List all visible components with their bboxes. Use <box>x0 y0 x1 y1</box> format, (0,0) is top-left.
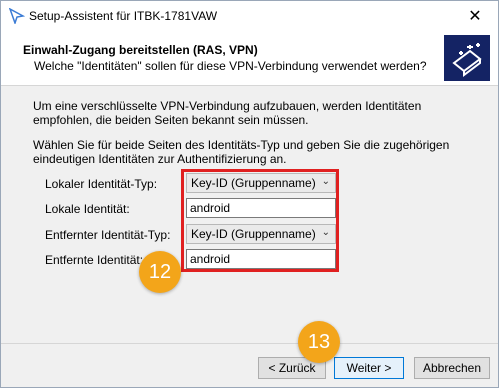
page-subtitle: Welche "Identitäten" sollen für diese VP… <box>34 59 427 73</box>
next-button[interactable]: Weiter > <box>334 357 404 379</box>
local-type-select[interactable]: Key-ID (Gruppenname) ⌄ <box>186 173 336 193</box>
network-device-icon <box>444 35 490 81</box>
chevron-down-icon: ⌄ <box>321 227 330 238</box>
remote-id-value: android <box>190 252 231 266</box>
window-title: Setup-Assistent für ITBK-1781VAW <box>29 9 218 23</box>
chevron-down-icon: ⌄ <box>321 176 330 187</box>
local-id-label: Lokale Identität: <box>45 202 130 216</box>
remote-type-value: Key-ID (Gruppenname) <box>191 227 316 241</box>
close-button[interactable]: ✕ <box>452 1 498 31</box>
local-id-input[interactable]: android <box>186 198 336 218</box>
local-type-label: Lokaler Identität-Typ: <box>45 177 158 191</box>
wizard-footer: < Zurück Weiter > Abbrechen <box>1 343 498 387</box>
title-bar: Setup-Assistent für ITBK-1781VAW ✕ <box>1 1 498 31</box>
intro-text: Um eine verschlüsselte VPN-Verbindung au… <box>33 99 473 177</box>
remote-type-label: Entfernter Identität-Typ: <box>45 228 171 242</box>
page-title: Einwahl-Zugang bereitstellen (RAS, VPN) <box>23 43 258 57</box>
close-icon: ✕ <box>468 8 482 25</box>
intro-paragraph: Wählen Sie für beide Seiten des Identitä… <box>33 138 450 166</box>
local-type-value: Key-ID (Gruppenname) <box>191 176 316 190</box>
local-id-value: android <box>190 201 231 215</box>
wizard-header: Einwahl-Zugang bereitstellen (RAS, VPN) … <box>1 31 498 86</box>
step-badge: 13 <box>298 321 340 363</box>
step-badge: 12 <box>139 251 181 293</box>
intro-paragraph: Um eine verschlüsselte VPN-Verbindung au… <box>33 99 422 127</box>
remote-id-input[interactable]: android <box>186 249 336 269</box>
remote-id-label: Entfernte Identität: <box>45 253 144 267</box>
arrow-icon <box>8 7 26 26</box>
setup-wizard-window: Setup-Assistent für ITBK-1781VAW ✕ Einwa… <box>0 0 499 388</box>
remote-type-select[interactable]: Key-ID (Gruppenname) ⌄ <box>186 224 336 244</box>
cancel-button[interactable]: Abbrechen <box>414 357 490 379</box>
